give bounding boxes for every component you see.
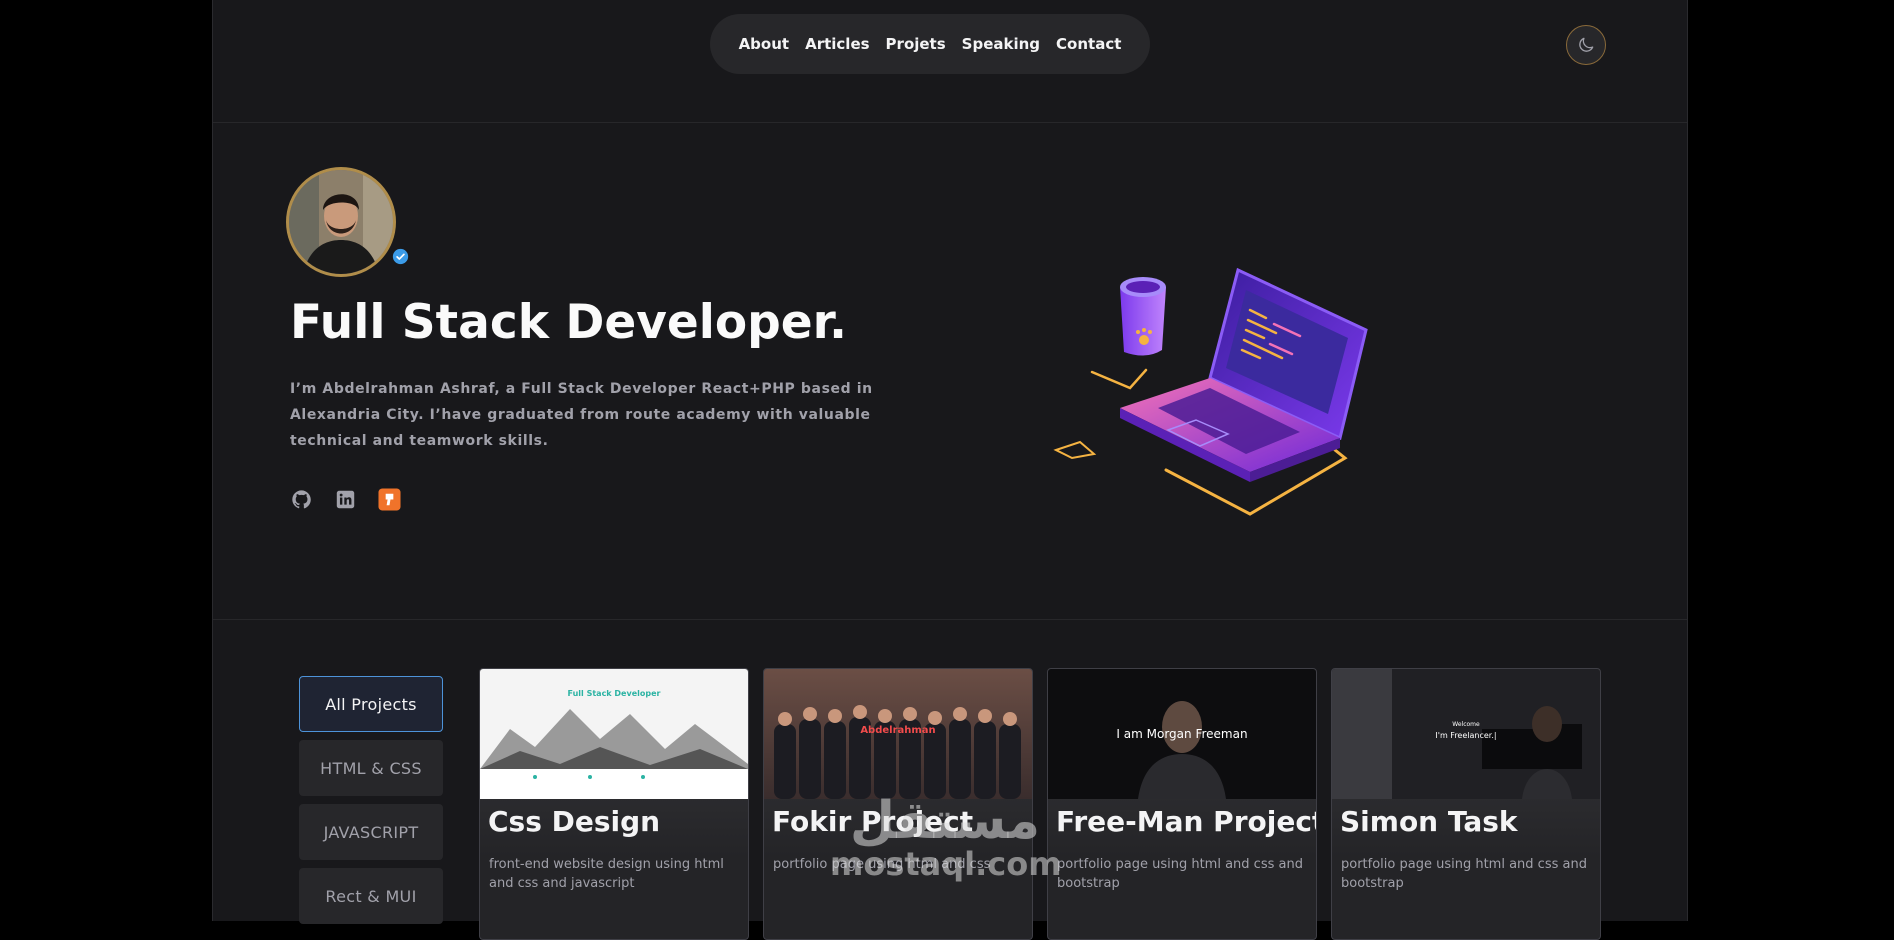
avatar-photo [289, 170, 393, 274]
filter-html-css[interactable]: HTML & CSS [299, 740, 443, 796]
nav-projects[interactable]: Projets [878, 35, 954, 53]
laptop-illustration [1053, 267, 1368, 516]
project-description: portfolio page using html and css and bo… [1341, 857, 1587, 891]
thumbnail-caption: I'm Freelancer.| [1435, 731, 1497, 740]
nav-speaking[interactable]: Speaking [954, 35, 1048, 53]
section-divider [213, 619, 1687, 620]
watermark-arabic: مستقل [849, 791, 1041, 851]
mostaql-icon [378, 488, 401, 511]
thumbnail-caption: I am Morgan Freeman [1116, 727, 1248, 741]
thumbnail-caption: Full Stack Developer [567, 689, 661, 698]
project-thumbnail: Full Stack Developer [480, 669, 748, 799]
watermark: مستقل mostaql.com [830, 791, 1062, 883]
filter-javascript[interactable]: JAVASCRIPT [299, 804, 443, 860]
project-title: Simon Task [1340, 805, 1518, 838]
nav-articles[interactable]: Articles [797, 35, 877, 53]
watermark-domain: mostaql.com [830, 845, 1062, 883]
verified-badge-icon [392, 248, 409, 265]
project-thumbnail: I am Morgan Freeman [1048, 669, 1316, 799]
filter-all-projects[interactable]: All Projects [299, 676, 443, 732]
theme-toggle-button[interactable] [1566, 25, 1606, 65]
project-card-free-man[interactable]: I am Morgan Freeman Free-Man Project por… [1047, 668, 1317, 940]
linkedin-icon [336, 490, 355, 509]
project-description: front-end website design using html and … [489, 857, 724, 891]
thumbnail-caption: Abdelrahman [860, 725, 936, 736]
github-link[interactable] [290, 488, 313, 511]
project-title: Free-Man Project [1056, 805, 1317, 838]
social-links [290, 488, 401, 511]
project-card-css-design[interactable]: Full Stack Developer Css Design front-en… [479, 668, 749, 940]
thumbnail-welcome: Welcome [1452, 721, 1480, 728]
project-title: Css Design [488, 805, 661, 838]
project-description: portfolio page using html and css and bo… [1057, 857, 1303, 891]
project-card-simon[interactable]: Welcome I'm Freelancer.| Simon Task port… [1331, 668, 1601, 940]
github-icon [292, 490, 311, 509]
nav-contact[interactable]: Contact [1048, 35, 1129, 53]
project-thumbnail: Welcome I'm Freelancer.| [1332, 669, 1600, 799]
main-nav: About Articles Projets Speaking Contact [710, 14, 1150, 74]
project-thumbnail: Abdelrahman [764, 669, 1032, 799]
header-divider [213, 122, 1687, 123]
moon-icon [1579, 37, 1594, 52]
avatar [286, 167, 396, 277]
page-title: Full Stack Developer. [290, 295, 847, 350]
nav-about[interactable]: About [731, 35, 798, 53]
hero-description: I’m Abdelrahman Ashraf, a Full Stack Dev… [290, 381, 873, 449]
project-filter-tabs: All Projects HTML & CSS JAVASCRIPT Rect … [299, 676, 443, 932]
mostaql-link[interactable] [378, 488, 401, 511]
filter-react-mui[interactable]: Rect & MUI [299, 868, 443, 924]
linkedin-link[interactable] [334, 488, 357, 511]
